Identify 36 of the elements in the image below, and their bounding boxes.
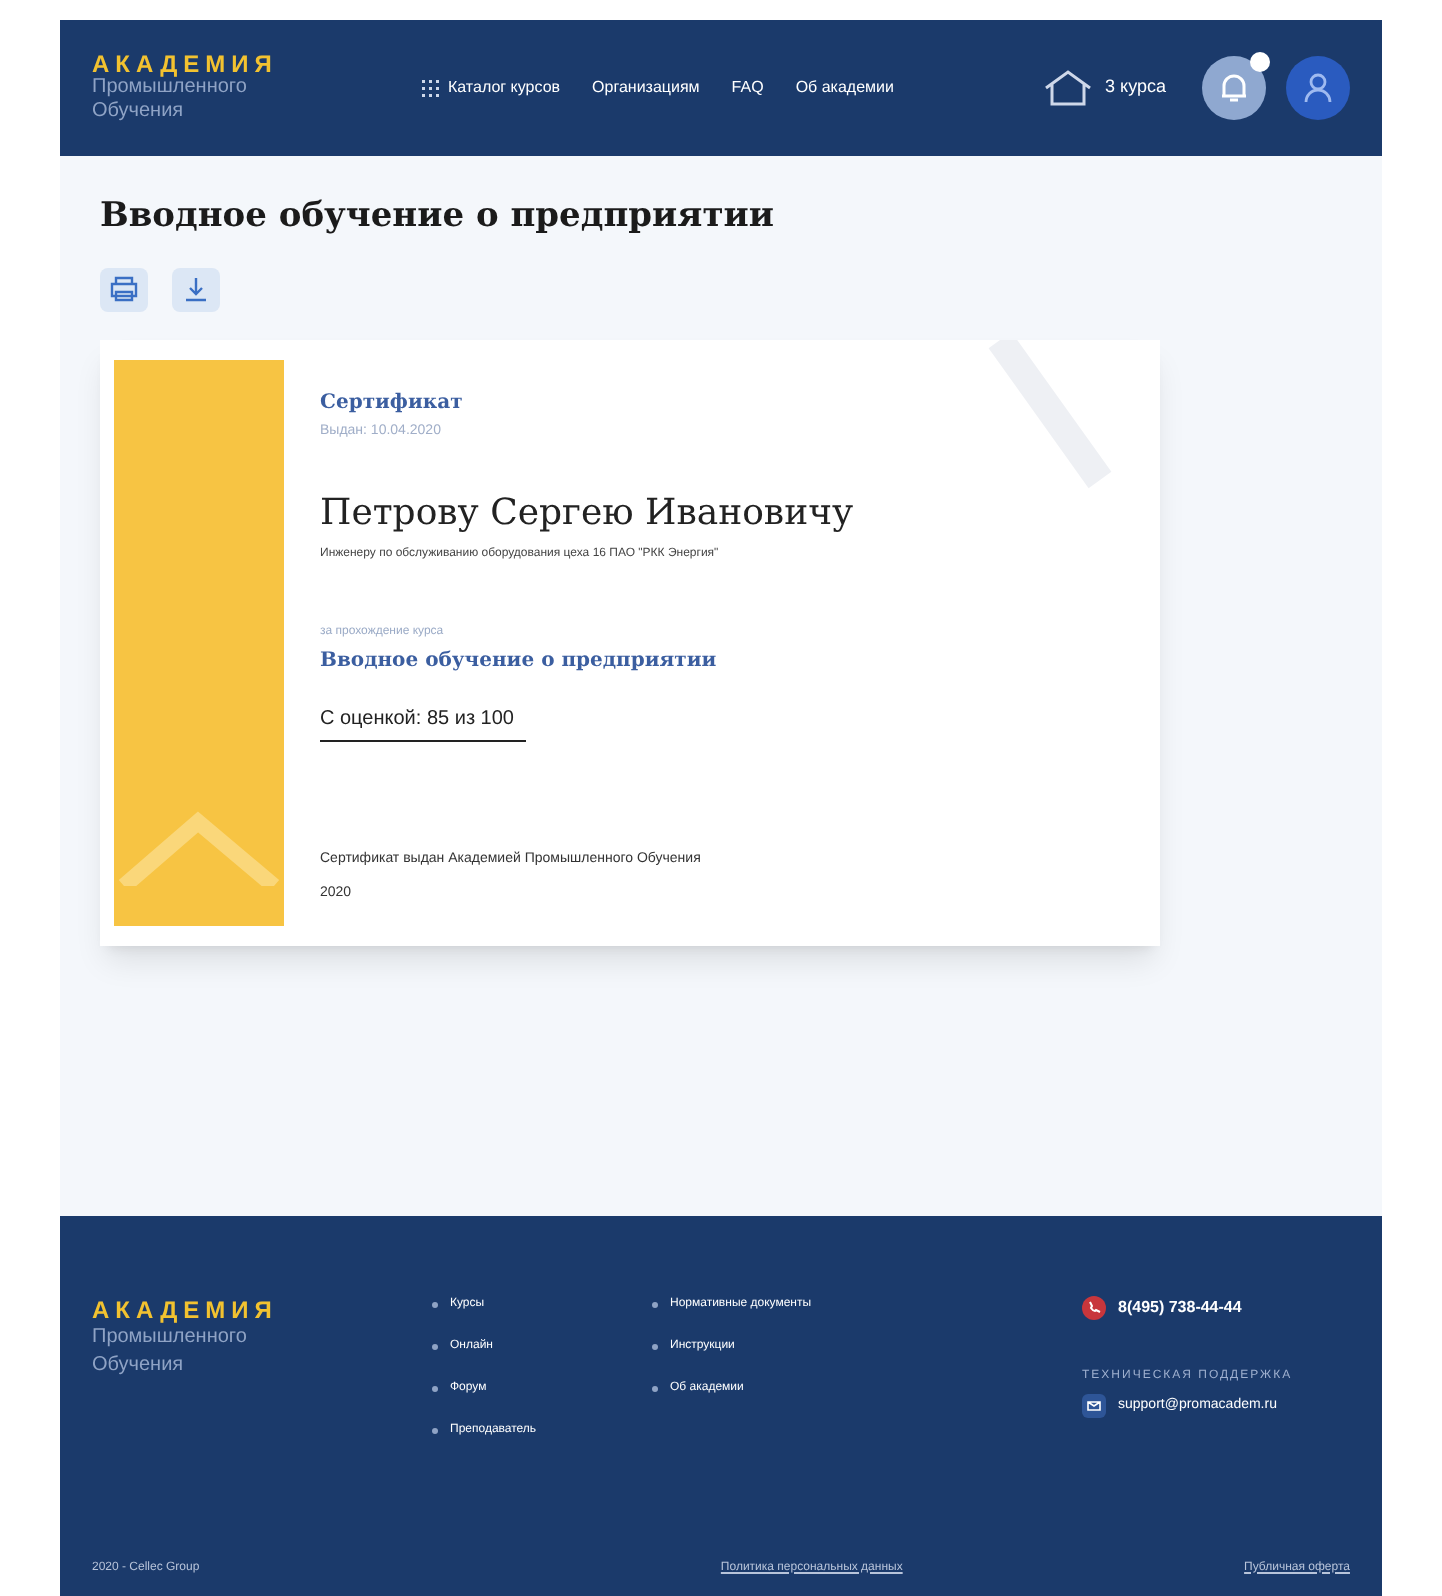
printer-icon [110, 276, 138, 302]
bullet-icon [432, 1302, 438, 1308]
bullet-icon [432, 1344, 438, 1350]
bell-icon [1220, 72, 1248, 104]
nav-link[interactable]: Организациям [592, 76, 700, 100]
certificate-heading: Сертификат [320, 389, 465, 417]
page-title: Вводное обучение о предприятии [100, 194, 774, 240]
grid-icon [420, 78, 440, 98]
download-icon [184, 276, 208, 302]
bullet-icon [432, 1428, 438, 1434]
user-icon [1304, 72, 1332, 104]
nav-link[interactable]: Об академии [795, 76, 894, 100]
recipient-name: Петрову Сергею Ивановичу [320, 490, 854, 538]
bullet-icon [652, 1386, 658, 1392]
download-button[interactable] [172, 267, 220, 311]
nav-link[interactable]: FAQ [731, 76, 764, 100]
courses-link[interactable]: 3 курса [1041, 68, 1166, 108]
course-title: Вводное обучение о предприятии [320, 648, 719, 676]
house-icon [1041, 68, 1094, 108]
logo-subtitle: Промышленного [92, 76, 247, 100]
bullet-icon [432, 1386, 438, 1392]
logo-subtitle: Обучения [92, 100, 186, 124]
phone-icon [1082, 1296, 1106, 1320]
logo-subtitle: Обучения [92, 1352, 186, 1380]
profile-button[interactable] [1286, 56, 1350, 120]
bullet-icon [652, 1344, 658, 1350]
logo-subtitle: Промышленного [92, 1324, 249, 1352]
bullet-icon [652, 1302, 658, 1308]
logo-title: АКАДЕМИЯ [92, 1296, 280, 1324]
phone-number: 8(495) 738-44-44 [1118, 1296, 1242, 1320]
nav-link[interactable]: Каталог курсов [420, 76, 561, 100]
grade-text: С оценкой: 85 из 100 [320, 704, 526, 742]
logo-title: АКАДЕМИЯ [92, 52, 280, 76]
notifications-button[interactable] [1202, 56, 1266, 120]
mail-icon [1082, 1394, 1106, 1418]
print-button[interactable] [100, 267, 148, 311]
